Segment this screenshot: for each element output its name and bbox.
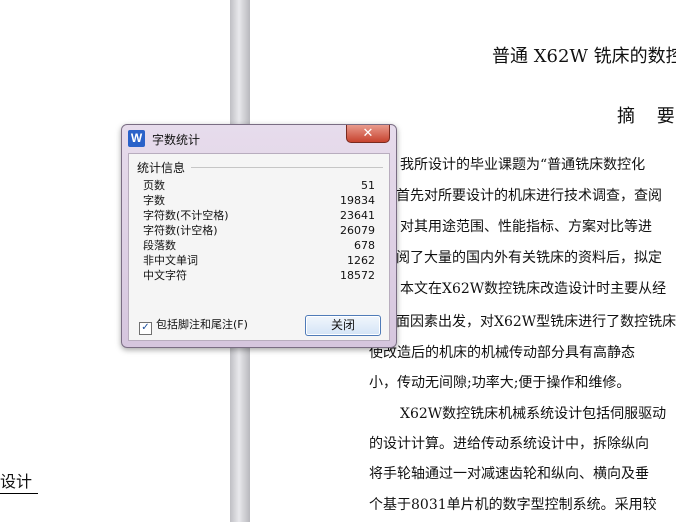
abstract-heading: 摘 要: [617, 106, 676, 127]
include-footnotes-checkbox[interactable]: ✓: [139, 322, 152, 335]
stat-value: 26079: [340, 224, 375, 237]
stat-value: 51: [361, 179, 375, 192]
include-footnotes-option[interactable]: ✓ 包括脚注和尾注(F): [139, 318, 248, 335]
stat-row: 页数 51: [143, 178, 375, 193]
close-icon[interactable]: ✕: [346, 125, 390, 143]
stat-row: 非中文单词 1262: [143, 253, 375, 268]
body-line: 面因素出发，对X62W型铣床进行了数控铣床: [396, 314, 676, 330]
body-line: 将手轮轴通过一对减速齿轮和纵向、横向及垂: [369, 466, 649, 482]
wps-writer-icon: W: [128, 130, 145, 147]
section-label: 统计信息: [137, 159, 190, 176]
body-line: 小，传动无间隙;功率大;便于操作和维修。: [369, 375, 631, 391]
body-line: 对其用途范围、性能指标、方案对比等进: [400, 219, 652, 235]
stat-label: 段落数: [143, 239, 176, 252]
stat-value: 1262: [347, 254, 375, 267]
stats-list: 页数 51 字数 19834 字符数(不计空格) 23641 字符数(计空格) …: [143, 178, 375, 283]
body-line: 阅了大量的国内外有关铣床的资料后，拟定: [396, 250, 662, 266]
stat-label: 页数: [143, 179, 165, 192]
body-line: 我所设计的毕业课题为“普通铣床数控化: [400, 157, 646, 173]
stat-row: 中文字符 18572: [143, 268, 375, 283]
checkmark-icon: ✓: [141, 322, 150, 333]
dialog-titlebar[interactable]: W 字数统计 ✕: [122, 125, 396, 151]
word-count-dialog: W 字数统计 ✕ 统计信息 页数 51 字数 19834 字符数(不计空格) 2…: [121, 124, 397, 348]
stat-row: 段落数 678: [143, 238, 375, 253]
stat-value: 678: [354, 239, 375, 252]
left-page-text: 设计: [0, 471, 39, 494]
body-line: 使改造后的机床的机械传动部分具有高静态: [369, 345, 635, 361]
dialog-body: 统计信息 页数 51 字数 19834 字符数(不计空格) 23641 字符数(…: [128, 153, 390, 341]
stat-label: 字符数(不计空格): [143, 209, 229, 222]
body-line: 个基于8031单片机的数字型控制系统。采用较: [369, 497, 657, 513]
stat-row: 字数 19834: [143, 193, 375, 208]
document-title: 普通 X62W 铣床的数控: [492, 46, 676, 67]
body-line: X62W数控铣床机械系统设计包括伺服驱动: [400, 406, 667, 422]
stat-row: 字符数(不计空格) 23641: [143, 208, 375, 223]
body-line: 的设计计算。进给传动系统设计中，拆除纵向: [369, 436, 649, 452]
stat-value: 23641: [340, 209, 375, 222]
stat-label: 字符数(计空格): [143, 224, 218, 237]
section-divider: [191, 167, 383, 168]
stat-label: 非中文单词: [143, 254, 198, 267]
dialog-title: 字数统计: [152, 133, 201, 147]
include-footnotes-label: 包括脚注和尾注(F): [156, 318, 248, 331]
stat-value: 19834: [340, 194, 375, 207]
body-line: 本文在X62W数控铣床改造设计时主要从经: [400, 281, 667, 297]
body-line: 首先对所要设计的机床进行技术调查，查阅: [396, 188, 662, 204]
close-button[interactable]: 关闭: [305, 315, 381, 336]
stat-label: 中文字符: [143, 269, 187, 282]
stat-label: 字数: [143, 194, 165, 207]
stat-row: 字符数(计空格) 26079: [143, 223, 375, 238]
stat-value: 18572: [340, 269, 375, 282]
